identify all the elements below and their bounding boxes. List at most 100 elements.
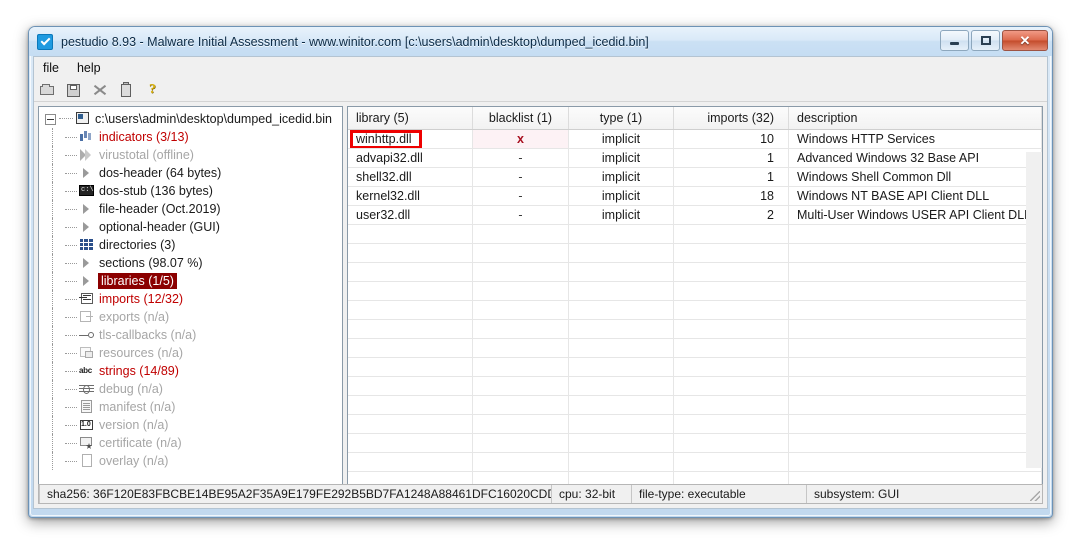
cell-blacklist: - — [473, 187, 569, 205]
column-header-description[interactable]: description — [789, 107, 1042, 129]
table-vertical-scrollbar[interactable] — [1026, 152, 1042, 468]
tree-item-root[interactable]: c:\users\admin\desktop\dumped_icedid.bin — [39, 110, 342, 128]
resources-icon — [79, 346, 94, 360]
cell-empty — [473, 358, 569, 376]
table-row[interactable]: kernel32.dll - implicit 18 Windows NT BA… — [348, 187, 1042, 206]
cell-type: implicit — [569, 168, 674, 186]
tree-item-directories[interactable]: directories (3) — [39, 236, 342, 254]
table-row-empty[interactable] — [348, 320, 1042, 339]
clipboard-icon[interactable] — [118, 82, 135, 98]
open-file-icon[interactable] — [40, 82, 57, 98]
cell-library: kernel32.dll — [348, 187, 473, 205]
table-row[interactable]: advapi32.dll - implicit 1 Advanced Windo… — [348, 149, 1042, 168]
cell-library[interactable]: winhttp.dll — [348, 130, 473, 148]
resize-grip-icon[interactable] — [1030, 491, 1040, 501]
table-body[interactable]: winhttp.dll x implicit 10 Windows HTTP S… — [348, 130, 1042, 485]
maximize-icon — [981, 36, 991, 45]
tree-item-optional-header[interactable]: optional-header (GUI) — [39, 218, 342, 236]
tree-item-label: optional-header (GUI) — [99, 220, 220, 234]
tree-item-exports[interactable]: exports (n/a) — [39, 308, 342, 326]
cell-empty — [569, 396, 674, 414]
tree-connector — [65, 236, 79, 254]
tree-item-dos-stub[interactable]: dos-stub (136 bytes) — [39, 182, 342, 200]
cell-empty — [348, 320, 473, 338]
table-header-row: library (5) blacklist (1) type (1) impor… — [348, 107, 1042, 130]
virustotal-icon — [79, 148, 94, 162]
tree-item-file-header[interactable]: file-header (Oct.2019) — [39, 200, 342, 218]
table-row-empty[interactable] — [348, 339, 1042, 358]
table-row-empty[interactable] — [348, 282, 1042, 301]
tree-item-debug[interactable]: debug (n/a) — [39, 380, 342, 398]
table-row-empty[interactable] — [348, 453, 1042, 472]
tree-item-sections[interactable]: sections (98.07 %) — [39, 254, 342, 272]
cell-empty — [569, 225, 674, 243]
minimize-button[interactable] — [940, 30, 969, 51]
table-row-empty[interactable] — [348, 377, 1042, 396]
tree-item-certificate[interactable]: certificate (n/a) — [39, 434, 342, 452]
column-header-imports[interactable]: imports (32) — [674, 107, 789, 129]
table-row-empty[interactable] — [348, 396, 1042, 415]
table-row[interactable]: user32.dll - implicit 2 Multi-User Windo… — [348, 206, 1042, 225]
tree-item-manifest[interactable]: manifest (n/a) — [39, 398, 342, 416]
tree-item-tls-callbacks[interactable]: tls-callbacks (n/a) — [39, 326, 342, 344]
column-header-blacklist[interactable]: blacklist (1) — [473, 107, 569, 129]
triangle-icon[interactable] — [79, 256, 94, 270]
cell-empty — [348, 415, 473, 433]
tree-item-libraries[interactable]: libraries (1/5) — [39, 272, 342, 290]
table-row-empty[interactable] — [348, 358, 1042, 377]
tree-item-version[interactable]: version (n/a) — [39, 416, 342, 434]
menu-item-file[interactable]: file — [34, 59, 68, 77]
table-row[interactable]: winhttp.dll x implicit 10 Windows HTTP S… — [348, 130, 1042, 149]
tree-item-imports[interactable]: imports (12/32) — [39, 290, 342, 308]
table-row-empty[interactable] — [348, 225, 1042, 244]
table-row-empty[interactable] — [348, 415, 1042, 434]
column-header-type[interactable]: type (1) — [569, 107, 674, 129]
tree-item-resources[interactable]: resources (n/a) — [39, 344, 342, 362]
tree-item-label: dos-header (64 bytes) — [99, 166, 221, 180]
triangle-icon[interactable] — [79, 202, 94, 216]
cell-blacklist: - — [473, 149, 569, 167]
table-row-empty[interactable] — [348, 434, 1042, 453]
tree-connector — [65, 452, 79, 470]
tree-item-overlay[interactable]: overlay (n/a) — [39, 452, 342, 470]
column-header-library[interactable]: library (5) — [348, 107, 473, 129]
tree-item-dos-header[interactable]: dos-header (64 bytes) — [39, 164, 342, 182]
tree-indent — [45, 308, 65, 326]
tree-item-strings[interactable]: abc strings (14/89) — [39, 362, 342, 380]
menu-item-help[interactable]: help — [68, 59, 110, 77]
cell-empty — [674, 244, 789, 262]
tree-indent — [45, 182, 65, 200]
cell-empty — [473, 320, 569, 338]
triangle-icon[interactable] — [79, 166, 94, 180]
close-file-icon[interactable] — [92, 82, 109, 98]
triangle-icon[interactable] — [79, 274, 94, 288]
tree-connector — [65, 128, 79, 146]
file-structure-tree[interactable]: c:\users\admin\desktop\dumped_icedid.bin… — [39, 107, 342, 485]
cell-blacklist: - — [473, 206, 569, 224]
close-button[interactable]: ✕ — [1002, 30, 1048, 51]
cell-empty — [473, 301, 569, 319]
cell-empty — [569, 282, 674, 300]
cell-empty — [674, 282, 789, 300]
cell-library: advapi32.dll — [348, 149, 473, 167]
tree-item-virustotal[interactable]: virustotal (offline) — [39, 146, 342, 164]
table-row-empty[interactable] — [348, 244, 1042, 263]
help-icon[interactable]: ? — [144, 82, 161, 98]
file-icon — [79, 454, 94, 468]
tree-item-indicators[interactable]: indicators (3/13) — [39, 128, 342, 146]
cell-empty — [569, 339, 674, 357]
cell-empty — [473, 282, 569, 300]
collapse-toggle-icon[interactable] — [45, 114, 56, 125]
table-row-empty[interactable] — [348, 263, 1042, 282]
title-bar[interactable]: pestudio 8.93 - Malware Initial Assessme… — [29, 27, 1052, 56]
triangle-icon[interactable] — [79, 220, 94, 234]
tree-connector — [59, 118, 73, 120]
maximize-button[interactable] — [971, 30, 1000, 51]
panes-container: c:\users\admin\desktop\dumped_icedid.bin… — [38, 106, 1043, 504]
abc-icon: abc — [79, 364, 94, 378]
tree-item-label: virustotal (offline) — [99, 148, 194, 162]
table-row-empty[interactable] — [348, 301, 1042, 320]
cell-type: implicit — [569, 206, 674, 224]
table-row[interactable]: shell32.dll - implicit 1 Windows Shell C… — [348, 168, 1042, 187]
save-icon[interactable] — [66, 82, 83, 98]
